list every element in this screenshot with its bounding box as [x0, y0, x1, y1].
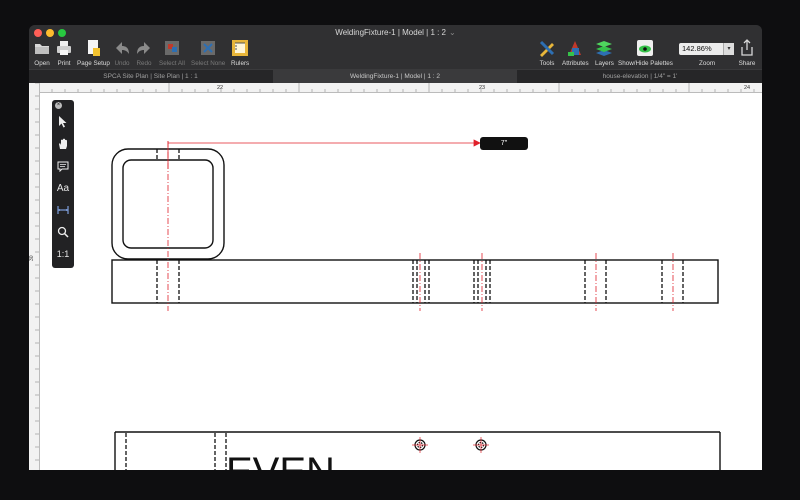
speech-bubble-icon — [57, 161, 69, 172]
attributes-button[interactable]: Attributes — [562, 39, 589, 67]
select-all-label: Select All — [159, 60, 185, 67]
select-none-button[interactable]: Select None — [191, 39, 225, 67]
attributes-label: Attributes — [562, 60, 589, 67]
undo-arrow-icon — [116, 42, 129, 54]
eye-palette-icon — [637, 40, 654, 56]
vertical-ruler[interactable]: 30 — [29, 83, 40, 470]
zoom-dropdown-chevron-icon[interactable]: ▾ — [723, 43, 734, 55]
share-button[interactable]: Share — [738, 39, 756, 67]
ruler-mark-24: 24 — [744, 85, 750, 91]
tools-pencil-icon — [539, 40, 555, 57]
actual-size-button[interactable]: 1:1 — [54, 245, 72, 263]
magnifier-icon — [57, 226, 69, 238]
share-icon — [741, 39, 753, 56]
ruler-mark-22: 22 — [217, 85, 223, 91]
layers-button[interactable]: Layers — [595, 39, 614, 67]
drawing-canvas[interactable]: EVEN — [40, 93, 762, 470]
show-hide-palettes-button[interactable]: Show/Hide Palettes — [618, 39, 673, 67]
select-all-button[interactable]: Select All — [159, 39, 185, 67]
window-title: WeldingFixture-1 | Model | 1 : 2 ⌄ — [335, 28, 456, 37]
tab-welding-fixture[interactable]: WeldingFixture-1 | Model | 1 : 2 — [273, 70, 517, 83]
undo-button[interactable]: Undo — [113, 39, 131, 67]
horizontal-ruler[interactable]: 22 23 24 — [39, 83, 762, 93]
actual-size-label: 1:1 — [56, 249, 70, 259]
tool-palette: × Aa 1:1 — [52, 100, 74, 268]
tools-button[interactable]: Tools — [538, 39, 556, 67]
tab-house-elevation[interactable]: house-elevation | 1/4" = 1' — [518, 70, 762, 83]
print-label: Print — [57, 60, 71, 67]
share-label: Share — [738, 60, 756, 67]
toolbar: WeldingFixture-1 | Model | 1 : 2 ⌄ Open P… — [29, 25, 762, 69]
layers-icon — [596, 41, 613, 56]
engraved-label-text: EVEN — [226, 450, 335, 470]
arrow-pointer-icon — [59, 116, 67, 128]
printer-icon — [57, 41, 71, 55]
redo-label: Redo — [136, 60, 152, 67]
show-hide-palettes-label: Show/Hide Palettes — [618, 60, 673, 67]
folder-open-icon — [35, 44, 49, 54]
layers-label: Layers — [595, 60, 614, 67]
select-all-icon — [164, 41, 179, 55]
page-setup-button[interactable]: Page Setup — [77, 39, 110, 67]
select-tool-button[interactable] — [54, 113, 72, 131]
zoom-label: Zoom — [699, 60, 716, 67]
open-button[interactable]: Open — [33, 39, 51, 67]
dimension-tool-button[interactable] — [54, 201, 72, 219]
hidden-lines — [125, 149, 684, 470]
undo-label: Undo — [114, 60, 130, 67]
open-label: Open — [34, 60, 50, 67]
select-none-icon — [201, 41, 216, 55]
page-setup-icon — [88, 40, 101, 56]
ruler-mark-30: 30 — [29, 255, 35, 261]
title-chevron-icon[interactable]: ⌄ — [449, 28, 456, 37]
dimension-line[interactable] — [167, 139, 481, 169]
dimension-value-label[interactable]: 7" — [480, 137, 528, 150]
app-window: WeldingFixture-1 | Model | 1 : 2 ⌄ Open P… — [29, 25, 762, 470]
drawing-svg: EVEN — [111, 139, 721, 470]
ruler-ticks — [39, 83, 755, 92]
palette-close-icon[interactable]: × — [55, 102, 62, 109]
text-tool-button[interactable]: Aa — [54, 179, 72, 197]
base-plate[interactable] — [111, 259, 719, 304]
attributes-icon — [568, 41, 582, 56]
callout-tool-button[interactable] — [54, 157, 72, 175]
tools-label: Tools — [539, 60, 555, 67]
document-tab-bar: SPCA Site Plan | Site Plan | 1 : 1 Weldi… — [29, 69, 762, 83]
ruler-mark-23: 23 — [479, 85, 485, 91]
pan-tool-button[interactable] — [54, 135, 72, 153]
front-view-plate[interactable] — [114, 431, 721, 470]
page-setup-label: Page Setup — [77, 60, 110, 67]
zoom-tool-button[interactable] — [54, 223, 72, 241]
hand-icon — [59, 138, 67, 149]
rulers-label: Rulers — [231, 60, 250, 67]
redo-arrow-icon — [137, 42, 150, 54]
text-tool-label: Aa — [56, 182, 70, 194]
centerlines — [167, 141, 674, 311]
print-button[interactable]: Print — [55, 39, 73, 67]
rulers-button[interactable]: Rulers — [231, 39, 249, 67]
select-none-label: Select None — [191, 60, 226, 67]
dimension-icon — [57, 206, 69, 214]
rulers-icon — [232, 40, 249, 56]
ruler-ticks — [35, 83, 39, 461]
tab-spca-site-plan[interactable]: SPCA Site Plan | Site Plan | 1 : 1 — [29, 70, 272, 83]
redo-button[interactable]: Redo — [135, 39, 153, 67]
